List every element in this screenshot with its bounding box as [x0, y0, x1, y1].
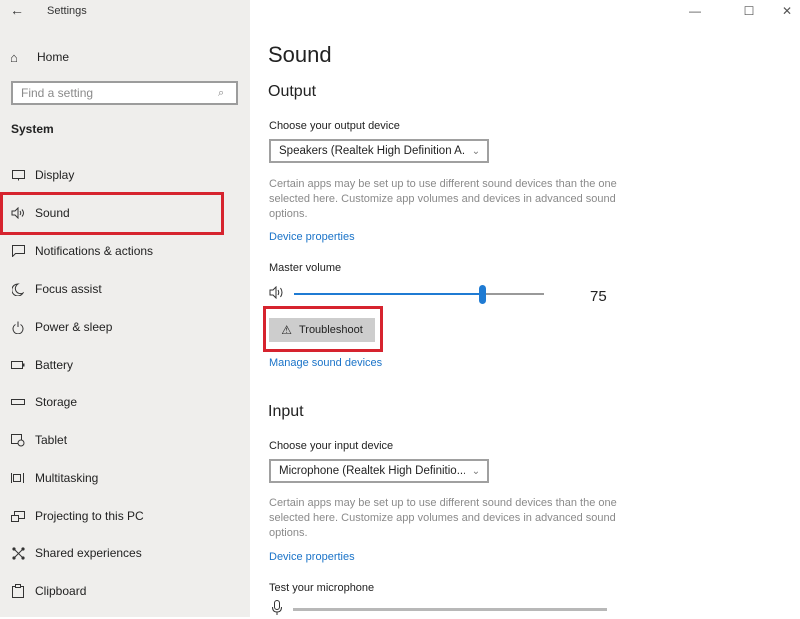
sidebar-item-label: Display	[35, 168, 75, 182]
input-device-label: Choose your input device	[269, 440, 394, 452]
slider-thumb[interactable]	[478, 285, 486, 304]
volume-value: 75	[590, 288, 607, 305]
page-title: Sound	[268, 42, 332, 67]
main-content: — ☐ ✕ Sound Output Choose your output de…	[250, 0, 800, 617]
sidebar-item-label: Tablet	[35, 433, 68, 447]
sidebar-item-label: Multitasking	[35, 471, 99, 485]
sidebar-item-label: Shared experiences	[35, 546, 142, 560]
sidebar-item-power-sleep[interactable]: Power & sleep	[0, 312, 250, 342]
minimize-button[interactable]: —	[680, 0, 710, 22]
back-arrow-icon[interactable]: ←	[10, 2, 28, 20]
storage-icon	[10, 395, 26, 409]
sidebar-item-notifications[interactable]: Notifications & actions	[0, 236, 250, 266]
chevron-down-icon: ⌄	[471, 145, 481, 157]
section-heading-system: System	[11, 122, 54, 136]
output-heading: Output	[268, 83, 317, 100]
slider-fill	[294, 293, 482, 295]
output-device-label: Choose your output device	[269, 120, 400, 132]
test-microphone-label: Test your microphone	[269, 582, 375, 594]
search-icon[interactable]: ⌕	[218, 87, 236, 100]
master-volume-label: Master volume	[269, 262, 342, 274]
input-heading: Input	[268, 403, 304, 420]
input-description: Certain apps may be set up to use differ…	[269, 497, 617, 539]
sidebar-item-multitasking[interactable]: Multitasking	[0, 463, 250, 493]
microphone-level-track	[293, 608, 607, 611]
app-title: Settings	[47, 5, 87, 17]
close-button[interactable]: ✕	[772, 0, 800, 22]
input-device-value: Microphone (Realtek High Definitio...	[279, 465, 465, 477]
master-volume-slider[interactable]	[269, 285, 619, 305]
moon-icon	[10, 282, 26, 296]
troubleshoot-highlight-box	[263, 306, 383, 352]
search-input[interactable]: Find a setting ⌕	[11, 81, 238, 105]
speaker-icon	[269, 285, 285, 302]
slider-track[interactable]	[294, 285, 544, 304]
sidebar-item-label: Battery	[35, 358, 74, 372]
sidebar-item-battery[interactable]: Battery	[0, 350, 250, 380]
sidebar-item-focus-assist[interactable]: Focus assist	[0, 274, 250, 304]
sidebar-item-projecting[interactable]: Projecting to this PC	[0, 501, 250, 531]
home-icon: ⌂	[10, 49, 18, 65]
maximize-button[interactable]: ☐	[734, 0, 764, 22]
shared-experiences-icon	[10, 546, 26, 560]
input-device-dropdown[interactable]: Microphone (Realtek High Definitio... ⌄	[269, 459, 489, 483]
sidebar-item-tablet[interactable]: Tablet	[0, 425, 250, 455]
sidebar-item-label: Projecting to this PC	[35, 509, 144, 523]
power-icon	[10, 320, 26, 334]
output-description: Certain apps may be set up to use differ…	[269, 178, 617, 220]
sidebar-item-storage[interactable]: Storage	[0, 387, 250, 417]
chevron-down-icon: ⌄	[471, 465, 481, 477]
output-device-dropdown[interactable]: Speakers (Realtek High Definition A... ⌄	[269, 139, 489, 163]
sidebar-item-label: Notifications & actions	[35, 244, 154, 258]
sidebar-item-display[interactable]: Display	[0, 160, 250, 190]
battery-icon	[10, 358, 26, 372]
sidebar: ← Settings ⌂ Home Find a setting ⌕ Syste…	[0, 0, 250, 617]
display-icon	[10, 168, 26, 182]
output-device-properties-link[interactable]: Device properties	[269, 231, 355, 243]
home-label: Home	[37, 50, 70, 64]
sidebar-item-label: Storage	[35, 395, 78, 409]
tablet-icon	[10, 433, 26, 447]
sidebar-item-label: Power & sleep	[35, 320, 113, 334]
sidebar-item-label: Clipboard	[35, 584, 87, 598]
microphone-icon	[272, 600, 282, 619]
output-device-value: Speakers (Realtek High Definition A...	[279, 145, 465, 157]
input-device-properties-link[interactable]: Device properties	[269, 551, 355, 563]
manage-sound-devices-link[interactable]: Manage sound devices	[269, 357, 382, 369]
projecting-icon	[10, 509, 26, 523]
microphone-level-meter	[269, 598, 619, 618]
sound-highlight-box	[0, 192, 224, 235]
notifications-icon	[10, 244, 26, 258]
multitasking-icon	[10, 471, 26, 485]
sidebar-home[interactable]: ⌂ Home	[10, 47, 69, 67]
sidebar-item-clipboard[interactable]: Clipboard	[0, 576, 250, 606]
sidebar-item-shared-experiences[interactable]: Shared experiences	[0, 538, 250, 568]
search-placeholder: Find a setting	[21, 86, 94, 100]
sidebar-item-label: Focus assist	[35, 282, 102, 296]
clipboard-icon	[10, 584, 26, 598]
